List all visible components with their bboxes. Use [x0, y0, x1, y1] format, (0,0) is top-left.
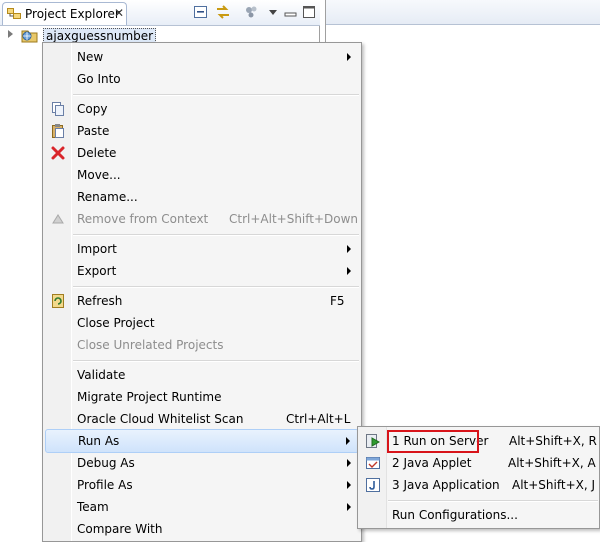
submenu-item-shortcut: Alt+Shift+X, J [512, 478, 596, 492]
menu-item-compare-with[interactable]: Compare With [45, 518, 359, 540]
menu-item-shortcut: F5 [330, 294, 345, 308]
menu-item-debug-as[interactable]: Debug As [45, 452, 359, 474]
menu-item-close-unrelated-projects: Close Unrelated Projects [45, 334, 359, 356]
submenu-item-label: 2 Java Applet [392, 456, 472, 470]
view-menu-icon[interactable] [265, 4, 281, 20]
menu-item-label: Validate [77, 368, 126, 382]
submenu-arrow-icon [347, 245, 351, 253]
submenu-item-label: 3 Java Application [392, 478, 500, 492]
menu-item-label: Close Project [77, 316, 155, 330]
menu-item-label: Refresh [77, 294, 123, 308]
submenu-item-shortcut: Alt+Shift+X, A [508, 456, 596, 470]
submenu-item-shortcut: Alt+Shift+X, R [509, 434, 597, 448]
run-as-submenu: 1 Run on Server Alt+Shift+X, R 2 Java Ap… [357, 426, 600, 529]
submenu-arrow-icon [347, 53, 351, 61]
menu-item-label: Delete [77, 146, 117, 160]
copy-icon [52, 102, 64, 116]
run-on-server-icon [366, 434, 381, 448]
menu-item-close-project[interactable]: Close Project [45, 312, 359, 334]
submenu-arrow-icon [347, 267, 351, 275]
menu-item-paste[interactable]: Paste [45, 120, 359, 142]
menu-item-oracle-cloud-whitelist-scan[interactable]: Oracle Cloud Whitelist Scan Ctrl+Alt+L [45, 408, 359, 430]
paste-icon [52, 124, 64, 138]
highlight-box [387, 430, 479, 453]
menu-item-label: Export [77, 264, 117, 278]
submenu-item-java-application[interactable]: 3 Java Application Alt+Shift+X, J [360, 474, 597, 496]
menu-separator [388, 500, 598, 502]
menu-item-delete[interactable]: Delete [45, 142, 359, 164]
maximize-icon[interactable] [301, 4, 317, 20]
menu-item-label: Go Into [77, 72, 121, 86]
web-project-icon [21, 30, 38, 43]
submenu-arrow-icon [347, 459, 351, 467]
menu-item-new[interactable]: New [45, 46, 359, 68]
menu-item-migrate-project-runtime[interactable]: Migrate Project Runtime [45, 386, 359, 408]
refresh-icon [52, 294, 64, 308]
menu-item-label: Team [77, 500, 109, 514]
menu-item-import[interactable]: Import [45, 238, 359, 260]
submenu-arrow-icon [346, 437, 350, 445]
submenu-item-label: Run Configurations... [392, 508, 518, 522]
delete-icon [51, 146, 65, 160]
submenu-item-java-applet[interactable]: 2 Java Applet Alt+Shift+X, A [360, 452, 597, 474]
menu-separator [73, 234, 359, 236]
menu-item-remove-from-context: Remove from Context Ctrl+Alt+Shift+Down [45, 208, 359, 230]
remove-from-context-icon [52, 214, 64, 224]
minimize-icon[interactable] [283, 4, 299, 20]
menu-item-run-as[interactable]: Run As [45, 429, 359, 453]
menu-separator [73, 360, 359, 362]
close-icon[interactable]: ✕ [114, 6, 124, 20]
menu-item-label: Run As [78, 434, 120, 448]
java-applet-icon [366, 457, 380, 469]
java-application-icon [366, 478, 380, 492]
menu-item-label: Debug As [77, 456, 135, 470]
menu-item-label: Move... [77, 168, 121, 182]
menu-item-label: Profile As [77, 478, 133, 492]
menu-item-rename[interactable]: Rename... [45, 186, 359, 208]
filter-icon[interactable] [243, 4, 259, 20]
editor-tab-bar [326, 0, 600, 25]
collapse-all-icon[interactable] [193, 4, 209, 20]
submenu-arrow-icon [347, 481, 351, 489]
view-title: Project Explorer [25, 7, 120, 21]
submenu-arrow-icon [347, 503, 351, 511]
menu-item-label: Rename... [77, 190, 138, 204]
project-explorer-icon [7, 8, 21, 19]
menu-item-label: Copy [77, 102, 108, 116]
menu-item-refresh[interactable]: Refresh F5 [45, 290, 359, 312]
menu-separator [73, 286, 359, 288]
menu-item-label: Import [77, 242, 117, 256]
menu-item-label: New [77, 50, 104, 64]
menu-item-move[interactable]: Move... [45, 164, 359, 186]
menu-item-go-into[interactable]: Go Into [45, 68, 359, 90]
menu-item-label: Paste [77, 124, 110, 138]
menu-item-shortcut: Ctrl+Alt+L [286, 412, 351, 426]
menu-item-shortcut: Ctrl+Alt+Shift+Down [229, 212, 359, 226]
menu-item-label: Remove from Context [77, 212, 209, 226]
menu-item-validate[interactable]: Validate [45, 364, 359, 386]
expand-arrow-icon[interactable] [8, 30, 13, 38]
menu-item-team[interactable]: Team [45, 496, 359, 518]
project-explorer-tab[interactable]: Project Explorer ✕ [2, 2, 127, 25]
menu-item-profile-as[interactable]: Profile As [45, 474, 359, 496]
menu-item-label: Oracle Cloud Whitelist Scan [77, 412, 244, 426]
menu-item-export[interactable]: Export [45, 260, 359, 282]
menu-item-label: Compare With [77, 522, 163, 536]
view-header: Project Explorer ✕ [0, 0, 320, 26]
menu-item-label: Close Unrelated Projects [77, 338, 224, 352]
link-with-editor-icon[interactable] [215, 4, 231, 20]
menu-item-copy[interactable]: Copy [45, 98, 359, 120]
submenu-item-run-configurations[interactable]: Run Configurations... [360, 504, 597, 526]
menu-item-label: Migrate Project Runtime [77, 390, 222, 404]
context-menu: New Go Into Copy Paste Delete Move... Re… [42, 42, 362, 542]
menu-separator [73, 94, 359, 96]
